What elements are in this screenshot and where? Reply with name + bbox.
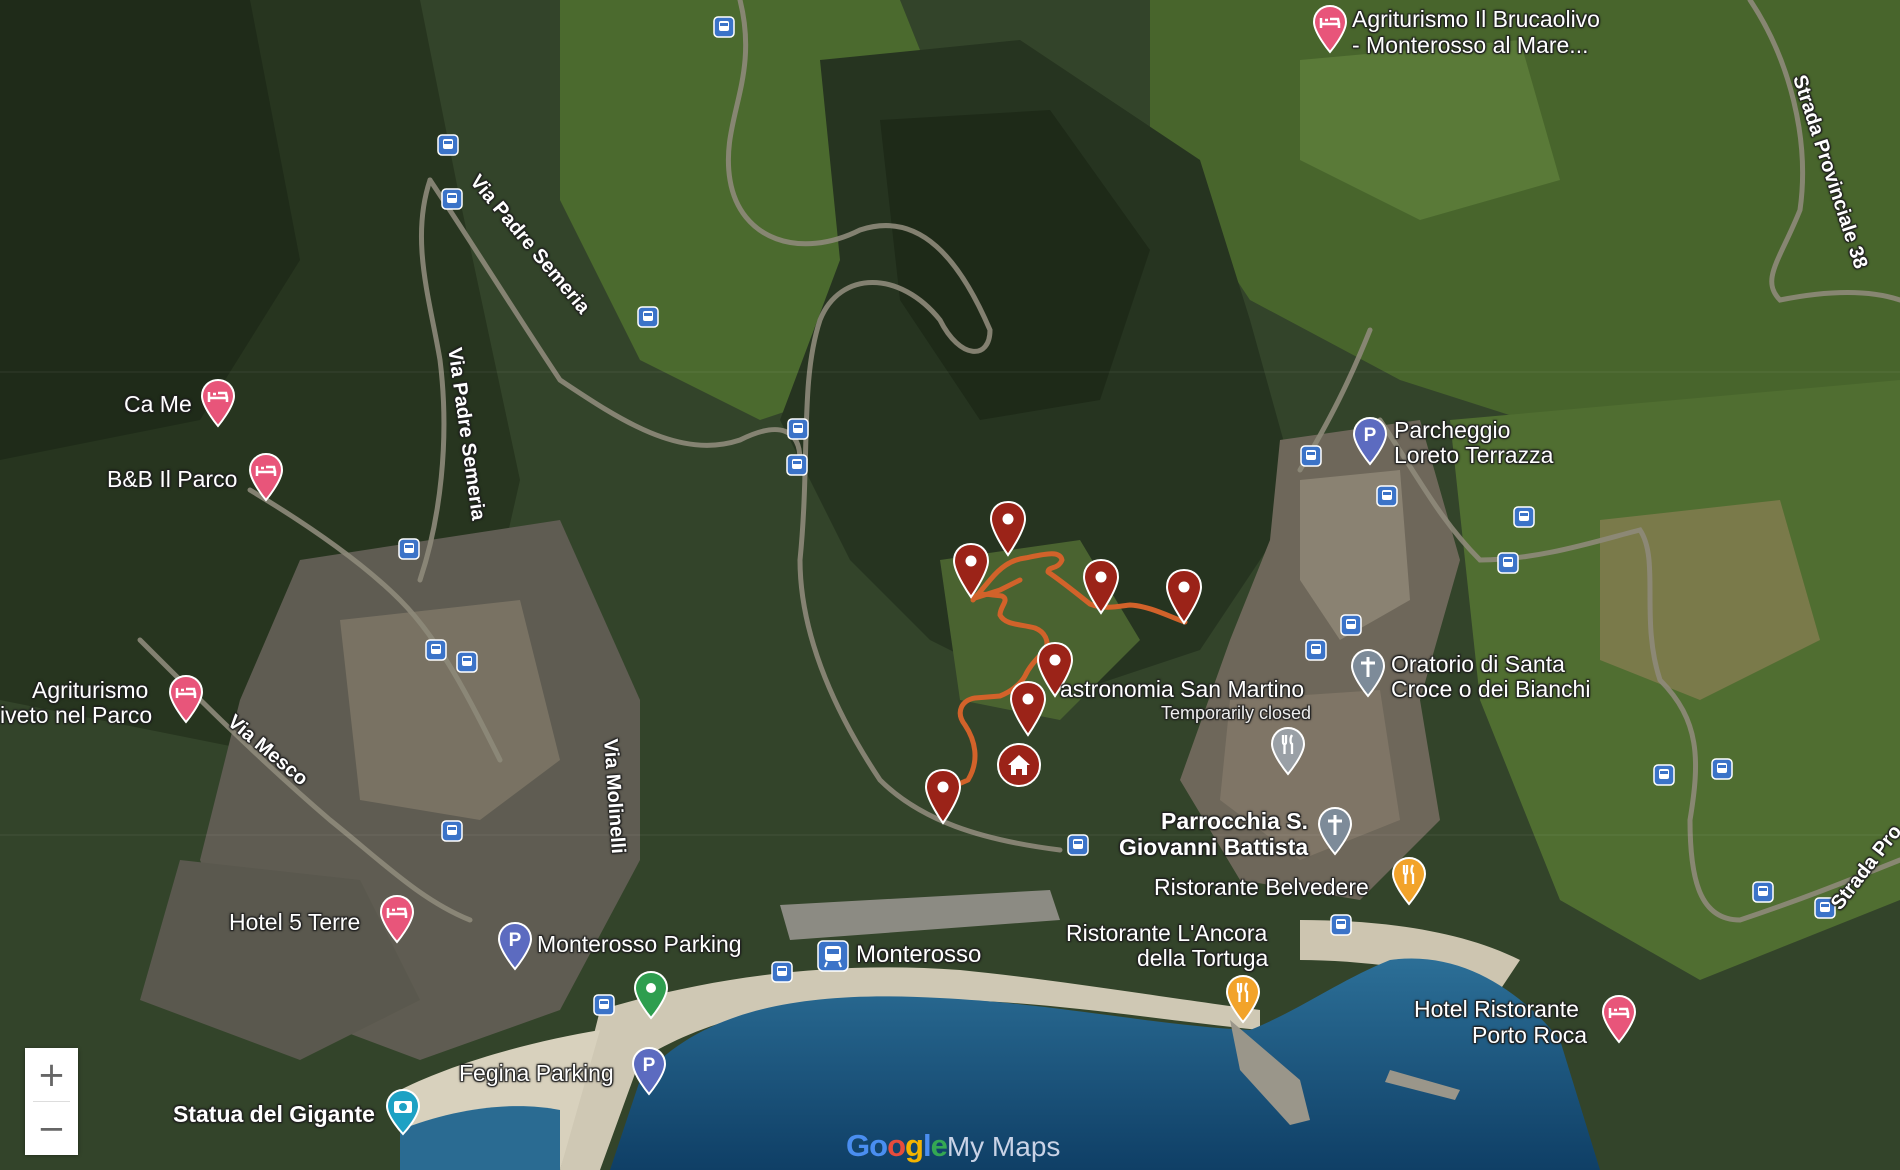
logo-part: g — [905, 1128, 924, 1163]
bus-stop-icon[interactable] — [437, 134, 459, 156]
label-oratorio[interactable]: Oratorio di Santa — [1391, 652, 1565, 677]
svg-text:P: P — [643, 1055, 656, 1076]
restaurant-pin-icon[interactable] — [1225, 974, 1261, 1024]
bus-stop-icon[interactable] — [398, 538, 420, 560]
hotel-pin-icon[interactable] — [379, 894, 415, 944]
hotel-pin-icon[interactable] — [168, 674, 204, 724]
bus-stop-icon[interactable] — [1305, 639, 1327, 661]
bus-stop-icon[interactable] — [425, 639, 447, 661]
label-temporarily-closed: Temporarily closed — [1161, 703, 1312, 723]
bus-stop-icon[interactable] — [1340, 614, 1362, 636]
route-marker[interactable] — [1009, 680, 1047, 738]
label-hotel-roca[interactable]: Hotel Ristorante — [1414, 997, 1579, 1022]
label-parcheggio-loreto[interactable]: Parcheggio — [1394, 418, 1510, 443]
parking-pin-icon[interactable]: P — [497, 921, 533, 971]
parking-pin-icon[interactable]: P — [631, 1046, 667, 1096]
bus-stop-icon[interactable] — [1653, 764, 1675, 786]
bus-stop-icon[interactable] — [593, 994, 615, 1016]
route-marker[interactable] — [989, 500, 1027, 558]
train-station-icon[interactable] — [817, 940, 849, 972]
label-monterosso-parking[interactable]: Monterosso Parking — [537, 932, 742, 957]
bus-stop-icon[interactable] — [1497, 552, 1519, 574]
bus-stop-icon[interactable] — [1330, 914, 1352, 936]
hotel-pin-icon[interactable] — [248, 452, 284, 502]
logo-product: My Maps — [946, 1131, 1061, 1162]
label-oratorio-2[interactable]: Croce o dei Bianchi — [1391, 677, 1590, 702]
bus-stop-icon[interactable] — [441, 188, 463, 210]
place-pin-icon[interactable] — [633, 970, 669, 1020]
label-parcheggio-loreto-2[interactable]: Loreto Terrazza — [1394, 443, 1553, 468]
bus-stop-icon[interactable] — [786, 454, 808, 476]
logo-part: e — [930, 1128, 948, 1163]
bus-stop-icon[interactable] — [456, 651, 478, 673]
bus-stop-icon[interactable] — [771, 961, 793, 983]
camera-pin-icon[interactable] — [384, 1088, 422, 1136]
label-ancora-2[interactable]: della Tortuga — [1137, 946, 1268, 971]
map-view[interactable]: P P P Agriturismo Il Brucaolivo - Monter… — [0, 0, 1900, 1170]
label-fegina-parking[interactable]: Fegina Parking — [459, 1061, 614, 1086]
label-belvedere[interactable]: Ristorante Belvedere — [1154, 875, 1369, 900]
bus-stop-icon[interactable] — [1376, 485, 1398, 507]
label-hotel-roca-2[interactable]: Porto Roca — [1472, 1023, 1587, 1048]
label-ca-me[interactable]: Ca Me — [124, 392, 192, 417]
hotel-pin-icon[interactable] — [1601, 994, 1637, 1044]
svg-text:P: P — [1364, 425, 1377, 446]
bus-stop-icon[interactable] — [713, 16, 735, 38]
route-marker[interactable] — [1082, 558, 1120, 616]
label-parrocchia[interactable]: Parrocchia S. — [1161, 809, 1308, 834]
bus-stop-icon[interactable] — [1300, 445, 1322, 467]
bus-stop-icon[interactable] — [1513, 506, 1535, 528]
logo-part: Go — [846, 1128, 888, 1163]
label-bb-parco[interactable]: B&B Il Parco — [107, 467, 237, 492]
label-ancora[interactable]: Ristorante L'Ancora — [1066, 921, 1267, 946]
logo-part: l — [922, 1128, 932, 1163]
label-statua-gigante[interactable]: Statua del Gigante — [173, 1102, 375, 1127]
label-brucaolivo[interactable]: Agriturismo Il Brucaolivo — [1352, 7, 1600, 32]
label-hotel-5-terre[interactable]: Hotel 5 Terre — [229, 910, 360, 935]
home-marker[interactable] — [996, 742, 1042, 788]
label-monterosso-station[interactable]: Monterosso — [856, 942, 981, 967]
bus-stop-icon[interactable] — [441, 820, 463, 842]
bus-stop-icon[interactable] — [1067, 834, 1089, 856]
label-parrocchia-2[interactable]: Giovanni Battista — [1119, 835, 1308, 860]
svg-text:P: P — [509, 930, 522, 951]
label-agriturismo-oliveto[interactable]: Agriturismo — [32, 678, 148, 703]
label-brucaolivo-2[interactable]: - Monterosso al Mare... — [1352, 33, 1588, 58]
route-marker[interactable] — [1165, 568, 1203, 626]
hotel-pin-icon[interactable] — [200, 378, 236, 428]
google-my-maps-logo: GoogleMy Maps — [846, 1128, 1060, 1164]
zoom-in-button[interactable]: + — [25, 1048, 78, 1101]
restaurant-pin-icon[interactable] — [1270, 726, 1306, 776]
church-pin-icon[interactable] — [1350, 648, 1386, 698]
label-agriturismo-oliveto-2[interactable]: iveto nel Parco — [0, 703, 152, 728]
label-gastronomia[interactable]: astronomia San Martino — [1060, 677, 1304, 702]
bus-stop-icon[interactable] — [637, 306, 659, 328]
zoom-control: + − — [25, 1048, 78, 1155]
route-marker[interactable] — [924, 768, 962, 826]
church-pin-icon[interactable] — [1317, 806, 1353, 856]
zoom-out-button[interactable]: − — [25, 1102, 78, 1155]
bus-stop-icon[interactable] — [787, 418, 809, 440]
hotel-pin-icon[interactable] — [1312, 4, 1348, 54]
route-marker[interactable] — [952, 542, 990, 600]
logo-part: o — [887, 1128, 906, 1163]
restaurant-pin-icon[interactable] — [1391, 856, 1427, 906]
parking-pin-icon[interactable]: P — [1352, 416, 1388, 466]
bus-stop-icon[interactable] — [1711, 758, 1733, 780]
bus-stop-icon[interactable] — [1752, 881, 1774, 903]
